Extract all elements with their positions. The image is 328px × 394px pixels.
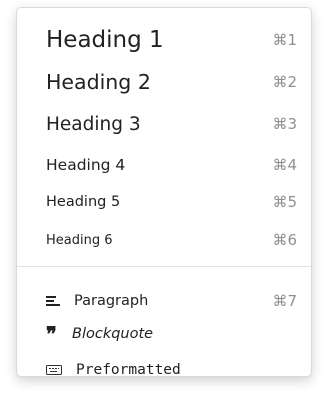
menu-item-blockquote[interactable]: ❞ Blockquote [17, 322, 311, 346]
keyboard-icon [46, 365, 62, 375]
menu-item-content: Paragraph [46, 293, 148, 309]
menu-divider [17, 266, 311, 267]
menu-item-heading-5[interactable]: Heading 5 ⌘5 [17, 190, 311, 214]
menu-item-preformatted[interactable]: Preformatted [17, 358, 311, 377]
menu-item-label: Blockquote [72, 326, 154, 342]
paragraph-icon [46, 295, 60, 307]
menu-item-heading-6[interactable]: Heading 6 ⌘6 [17, 228, 311, 252]
menu-item-label: Heading 3 [46, 113, 141, 135]
menu-item-label: Heading 1 [46, 27, 164, 53]
menu-item-label: Heading 4 [46, 156, 126, 174]
menu-item-label: Heading 2 [46, 70, 151, 94]
shortcut-label: ⌘2 [272, 73, 297, 91]
menu-item-content: ❞ Blockquote [46, 322, 154, 346]
menu-item-label: Paragraph [74, 293, 149, 309]
block-format-menu: Heading 1 ⌘1 Heading 2 ⌘2 Heading 3 ⌘3 H… [16, 7, 312, 377]
shortcut-label: ⌘1 [272, 31, 297, 49]
shortcut-label: ⌘5 [272, 193, 297, 211]
menu-item-heading-3[interactable]: Heading 3 ⌘3 [17, 109, 311, 139]
menu-item-content: Preformatted [46, 362, 181, 377]
shortcut-label: ⌘3 [272, 115, 297, 133]
menu-item-heading-2[interactable]: Heading 2 ⌘2 [17, 66, 311, 98]
shortcut-label: ⌘7 [272, 292, 297, 310]
menu-item-heading-4[interactable]: Heading 4 ⌘4 [17, 152, 311, 178]
menu-item-label: Heading 6 [46, 232, 113, 248]
shortcut-label: ⌘4 [272, 156, 297, 174]
menu-item-heading-1[interactable]: Heading 1 ⌘1 [17, 22, 311, 58]
menu-item-paragraph[interactable]: Paragraph ⌘7 [17, 289, 311, 313]
menu-item-label: Preformatted [76, 362, 181, 377]
quote-icon: ❞ [46, 322, 57, 346]
shortcut-label: ⌘6 [272, 231, 297, 249]
menu-item-label: Heading 5 [46, 194, 121, 210]
